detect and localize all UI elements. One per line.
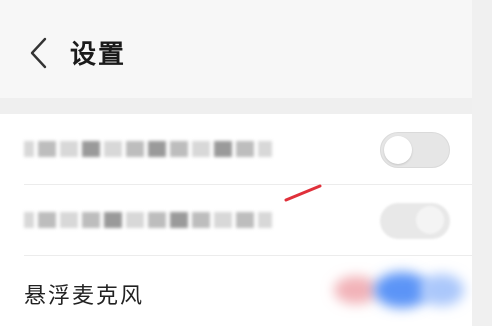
- annotation-arrow: [284, 184, 322, 202]
- floating-mic-toggle[interactable]: [318, 256, 472, 326]
- settings-row-2[interactable]: [0, 185, 472, 255]
- title-bar: 设置: [0, 0, 472, 98]
- obscured-label: [24, 140, 272, 158]
- toggle-knob: [416, 206, 444, 234]
- page-title: 设置: [70, 40, 127, 70]
- section-gap: [0, 98, 472, 114]
- floating-mic-label: 悬浮麦克风: [24, 284, 145, 309]
- edge-strip: [472, 0, 492, 326]
- settings-row-1[interactable]: [0, 114, 472, 184]
- obscured-label: [24, 211, 272, 229]
- settings-row-floating-mic[interactable]: 悬浮麦克风: [0, 256, 472, 326]
- chevron-left-icon[interactable]: [28, 36, 50, 70]
- settings-list: 悬浮麦克风: [0, 114, 472, 326]
